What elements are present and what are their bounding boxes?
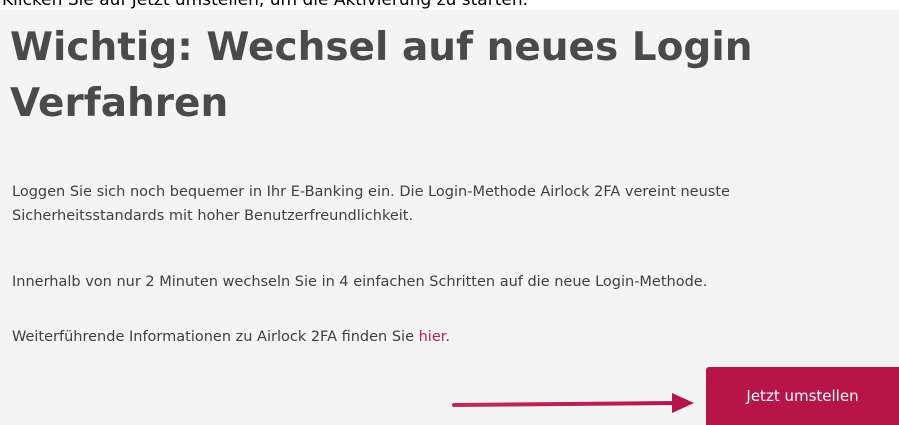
page: Klicken Sie auf Jetzt umstellen, um die … — [0, 0, 899, 425]
info-panel: Wichtig: Wechsel auf neues Login Verfahr… — [0, 10, 899, 425]
page-title: Wichtig: Wechsel auf neues Login Verfahr… — [10, 25, 753, 126]
info-paragraph-text: Weiterführende Informationen zu Airlock … — [12, 329, 419, 345]
steps-paragraph: Innerhalb von nur 2 Minuten wechseln Sie… — [12, 274, 708, 290]
intro-paragraph: Loggen Sie sich noch bequemer in Ihr E-B… — [12, 184, 730, 224]
instruction-text: Klicken Sie auf Jetzt umstellen, um die … — [2, 0, 528, 10]
more-info-link[interactable]: hier — [419, 329, 446, 345]
switch-now-button[interactable]: Jetzt umstellen — [706, 367, 899, 425]
right-arrow-icon — [452, 393, 694, 413]
info-paragraph-suffix: . — [445, 329, 450, 345]
info-paragraph: Weiterführende Informationen zu Airlock … — [12, 325, 450, 349]
